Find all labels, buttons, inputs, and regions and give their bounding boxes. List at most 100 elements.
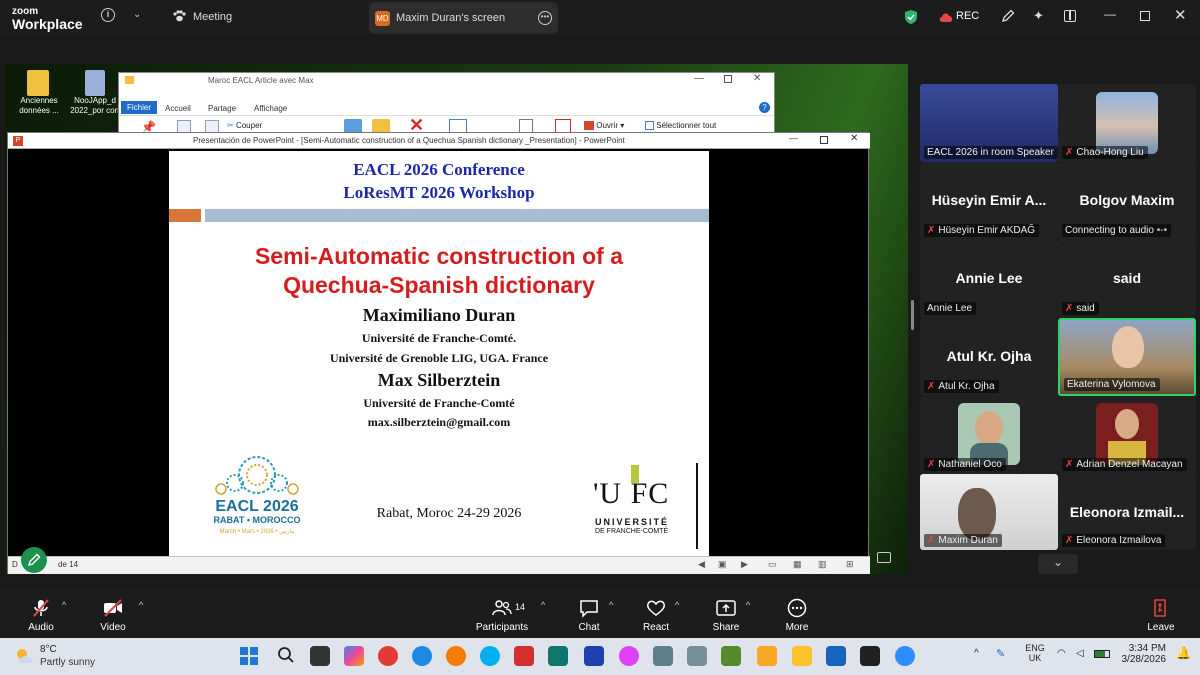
powerpoint-window[interactable]: P Presentación de PowerPoint - [Semi-Aut… bbox=[7, 132, 870, 574]
restore-icon[interactable] bbox=[1140, 11, 1150, 21]
weather-temp[interactable]: 8°C bbox=[40, 644, 57, 655]
sparkle-icon[interactable]: ✦ bbox=[1033, 8, 1044, 24]
gallery-next-page-icon[interactable]: ⌄ bbox=[1038, 554, 1078, 574]
slideshow-icon[interactable]: ▣ bbox=[718, 559, 727, 570]
minimize-icon[interactable]: — bbox=[1104, 7, 1116, 21]
network-app-icon[interactable] bbox=[653, 646, 673, 666]
tab-accueil[interactable]: Accueil bbox=[165, 104, 191, 113]
skype-icon[interactable] bbox=[480, 646, 500, 666]
terminal-icon[interactable] bbox=[860, 646, 880, 666]
chat-options-caret-icon[interactable]: ^ bbox=[609, 600, 613, 610]
language-indicator[interactable]: ENG UK bbox=[1024, 643, 1046, 663]
participant-tile[interactable]: said ✗ said bbox=[1058, 240, 1196, 318]
previous-slide-icon[interactable]: ◀ bbox=[698, 559, 705, 570]
more-options-icon[interactable]: ••• bbox=[538, 11, 552, 25]
weather-desc[interactable]: Partly sunny bbox=[40, 657, 95, 668]
weather-icon[interactable] bbox=[14, 646, 36, 666]
virtual-desktop-icon[interactable] bbox=[757, 646, 777, 666]
shield-icon[interactable] bbox=[904, 9, 918, 25]
browser-icon[interactable] bbox=[619, 646, 639, 666]
firefox-icon[interactable] bbox=[446, 646, 466, 666]
close-icon[interactable]: ✕ bbox=[1174, 6, 1187, 24]
edge-icon[interactable] bbox=[412, 646, 432, 666]
sorter-view-icon[interactable]: ▦ bbox=[793, 559, 802, 570]
gallery-scrollbar[interactable] bbox=[911, 300, 914, 330]
minimize-icon[interactable]: — bbox=[694, 73, 704, 84]
zoom-app-icon[interactable] bbox=[895, 646, 915, 666]
chrome-icon[interactable] bbox=[378, 646, 398, 666]
next-slide-icon[interactable]: ▶ bbox=[741, 559, 748, 570]
participant-tile[interactable]: Annie Lee Annie Lee bbox=[920, 240, 1058, 318]
participant-tile[interactable]: Eleonora Izmail... ✗ Eleonora Izmailova bbox=[1058, 474, 1196, 550]
show-hidden-icons-icon[interactable]: ^ bbox=[974, 648, 979, 659]
video-button[interactable]: Video bbox=[78, 588, 148, 638]
annotate-button[interactable] bbox=[21, 547, 47, 573]
layout-icon[interactable] bbox=[1064, 10, 1076, 22]
virtualbox-icon[interactable] bbox=[826, 646, 846, 666]
chat-bubble-icon[interactable] bbox=[877, 552, 891, 563]
task-view-icon[interactable] bbox=[310, 646, 330, 666]
participant-tile[interactable]: ✗ Maxim Duran bbox=[920, 474, 1058, 550]
desktop-icon[interactable]: NooJApp_d 2022_por corr bbox=[69, 70, 121, 116]
participant-tile[interactable]: ✗ Chao-Hong Liu bbox=[1058, 84, 1196, 162]
chevron-down-icon[interactable]: ⌄ bbox=[133, 9, 141, 20]
file-explorer-icon[interactable] bbox=[792, 646, 812, 666]
publisher-icon[interactable] bbox=[548, 646, 568, 666]
participant-tile-active-speaker[interactable]: Ekaterina Vylomova bbox=[1058, 318, 1196, 396]
notepad-icon[interactable] bbox=[721, 646, 741, 666]
rename-icon[interactable] bbox=[449, 119, 467, 133]
copilot-icon[interactable] bbox=[344, 646, 364, 666]
close-icon[interactable]: ✕ bbox=[850, 133, 858, 144]
clock[interactable]: 3:34 PM 3/28/2026 bbox=[1116, 643, 1167, 665]
fit-slide-icon[interactable]: ⊞ bbox=[846, 559, 854, 570]
participant-tile[interactable]: Bolgov Maxim Connecting to audio •-• bbox=[1058, 162, 1196, 240]
desktop-icon[interactable]: Anciennes données ... bbox=[13, 70, 65, 116]
cut-command[interactable]: ✂ Couper bbox=[227, 121, 262, 130]
search-icon[interactable] bbox=[277, 646, 295, 664]
word-icon[interactable] bbox=[584, 646, 604, 666]
more-button[interactable]: More bbox=[762, 588, 832, 638]
screen-share-tab[interactable]: MD Maxim Duran's screen ••• bbox=[369, 2, 558, 34]
wifi-icon[interactable]: ◠ bbox=[1057, 648, 1066, 659]
reading-view-icon[interactable]: ▥ bbox=[818, 559, 827, 570]
app-icon[interactable] bbox=[687, 646, 707, 666]
participant-tile[interactable]: EACL 2026 in room Speaker bbox=[920, 84, 1058, 162]
participants-options-caret-icon[interactable]: ^ bbox=[541, 600, 545, 610]
notification-bell-icon[interactable]: 🔔 bbox=[1176, 646, 1191, 660]
help-icon[interactable]: ? bbox=[759, 102, 770, 113]
windows-start-icon[interactable] bbox=[240, 647, 258, 665]
acrobat-icon[interactable] bbox=[514, 646, 534, 666]
video-options-caret-icon[interactable]: ^ bbox=[139, 600, 143, 610]
info-icon[interactable]: i bbox=[101, 8, 115, 22]
cloud-record-icon[interactable] bbox=[938, 11, 954, 23]
participant-tile[interactable]: Atul Kr. Ojha ✗ Atul Kr. Ojha bbox=[920, 318, 1058, 396]
normal-view-icon[interactable]: ▭ bbox=[768, 559, 777, 570]
select-all-command[interactable]: Sélectionner tout bbox=[645, 121, 716, 131]
rec-label[interactable]: REC bbox=[956, 10, 979, 22]
participant-tile[interactable]: ✗ Adrian Denzel Macayan bbox=[1058, 396, 1196, 474]
restore-icon[interactable] bbox=[820, 136, 828, 144]
speaker-icon[interactable]: ◁ bbox=[1076, 648, 1084, 659]
react-options-caret-icon[interactable]: ^ bbox=[675, 600, 679, 610]
tab-fichier[interactable]: Fichier bbox=[121, 101, 158, 114]
participant-tile[interactable]: ✗ Nathaniel Oco bbox=[920, 396, 1058, 474]
audio-button[interactable]: Audio bbox=[6, 588, 76, 638]
open-command[interactable]: Ouvrir ▾ bbox=[584, 121, 624, 131]
participants-button[interactable]: 14 Participants bbox=[467, 588, 537, 638]
tab-partage[interactable]: Partage bbox=[208, 104, 236, 113]
close-icon[interactable]: ✕ bbox=[753, 73, 761, 84]
pencil-icon[interactable] bbox=[1001, 9, 1015, 23]
maximize-icon[interactable] bbox=[724, 75, 732, 83]
minimize-icon[interactable]: — bbox=[789, 133, 798, 143]
share-options-caret-icon[interactable]: ^ bbox=[746, 600, 750, 610]
tab-affichage[interactable]: Affichage bbox=[254, 104, 287, 113]
share-button[interactable]: Share bbox=[691, 588, 761, 638]
new-item-icon[interactable] bbox=[519, 119, 533, 133]
leave-button[interactable]: Leave bbox=[1126, 588, 1196, 638]
chat-button[interactable]: Chat bbox=[554, 588, 624, 638]
pen-tray-icon[interactable]: ✎ bbox=[996, 647, 1005, 660]
react-button[interactable]: React bbox=[621, 588, 691, 638]
battery-icon[interactable] bbox=[1094, 650, 1110, 658]
participant-tile[interactable]: Hüseyin Emir A... ✗ Hüseyin Emir AKDAĞ bbox=[920, 162, 1058, 240]
audio-options-caret-icon[interactable]: ^ bbox=[62, 600, 66, 610]
